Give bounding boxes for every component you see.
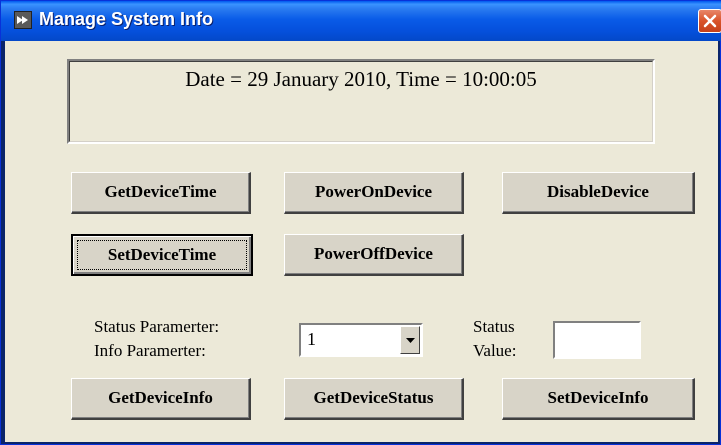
info-parameter-label: Info Paramerter: <box>94 341 206 360</box>
set-device-info-button[interactable]: SetDeviceInfo <box>502 378 695 420</box>
get-device-info-button[interactable]: GetDeviceInfo <box>71 378 251 420</box>
chevron-down-icon <box>406 338 415 343</box>
status-value-label-2: Value: <box>473 341 517 360</box>
status-value-label-1: Status <box>473 317 515 336</box>
get-device-status-button[interactable]: GetDeviceStatus <box>284 378 464 420</box>
dropdown-button[interactable] <box>400 326 420 354</box>
set-device-time-label: SetDeviceTime <box>107 245 217 264</box>
set-device-time-button[interactable]: SetDeviceTime <box>71 234 253 276</box>
close-button[interactable] <box>698 9 721 33</box>
datetime-display: Date = 29 January 2010, Time = 10:00:05 <box>67 59 655 144</box>
power-off-device-button[interactable]: PowerOffDevice <box>284 234 464 276</box>
status-value-input[interactable] <box>553 321 641 359</box>
power-on-device-button[interactable]: PowerOnDevice <box>284 172 464 214</box>
parameter-select[interactable]: 1 <box>299 323 423 357</box>
title-bar[interactable]: Manage System Info <box>1 1 721 41</box>
app-window: Manage System Info Date = 29 January 201… <box>0 0 721 445</box>
status-parameter-label: Status Paramerter: <box>94 317 220 336</box>
get-device-time-button[interactable]: GetDeviceTime <box>71 172 251 214</box>
parameter-select-value: 1 <box>307 329 316 349</box>
window-title: Manage System Info <box>39 9 214 29</box>
disable-device-button[interactable]: DisableDevice <box>502 172 695 214</box>
app-icon <box>14 11 32 29</box>
close-icon <box>703 14 717 28</box>
dialog-body: Date = 29 January 2010, Time = 10:00:05 … <box>5 41 718 442</box>
datetime-text: Date = 29 January 2010, Time = 10:00:05 <box>185 67 537 91</box>
